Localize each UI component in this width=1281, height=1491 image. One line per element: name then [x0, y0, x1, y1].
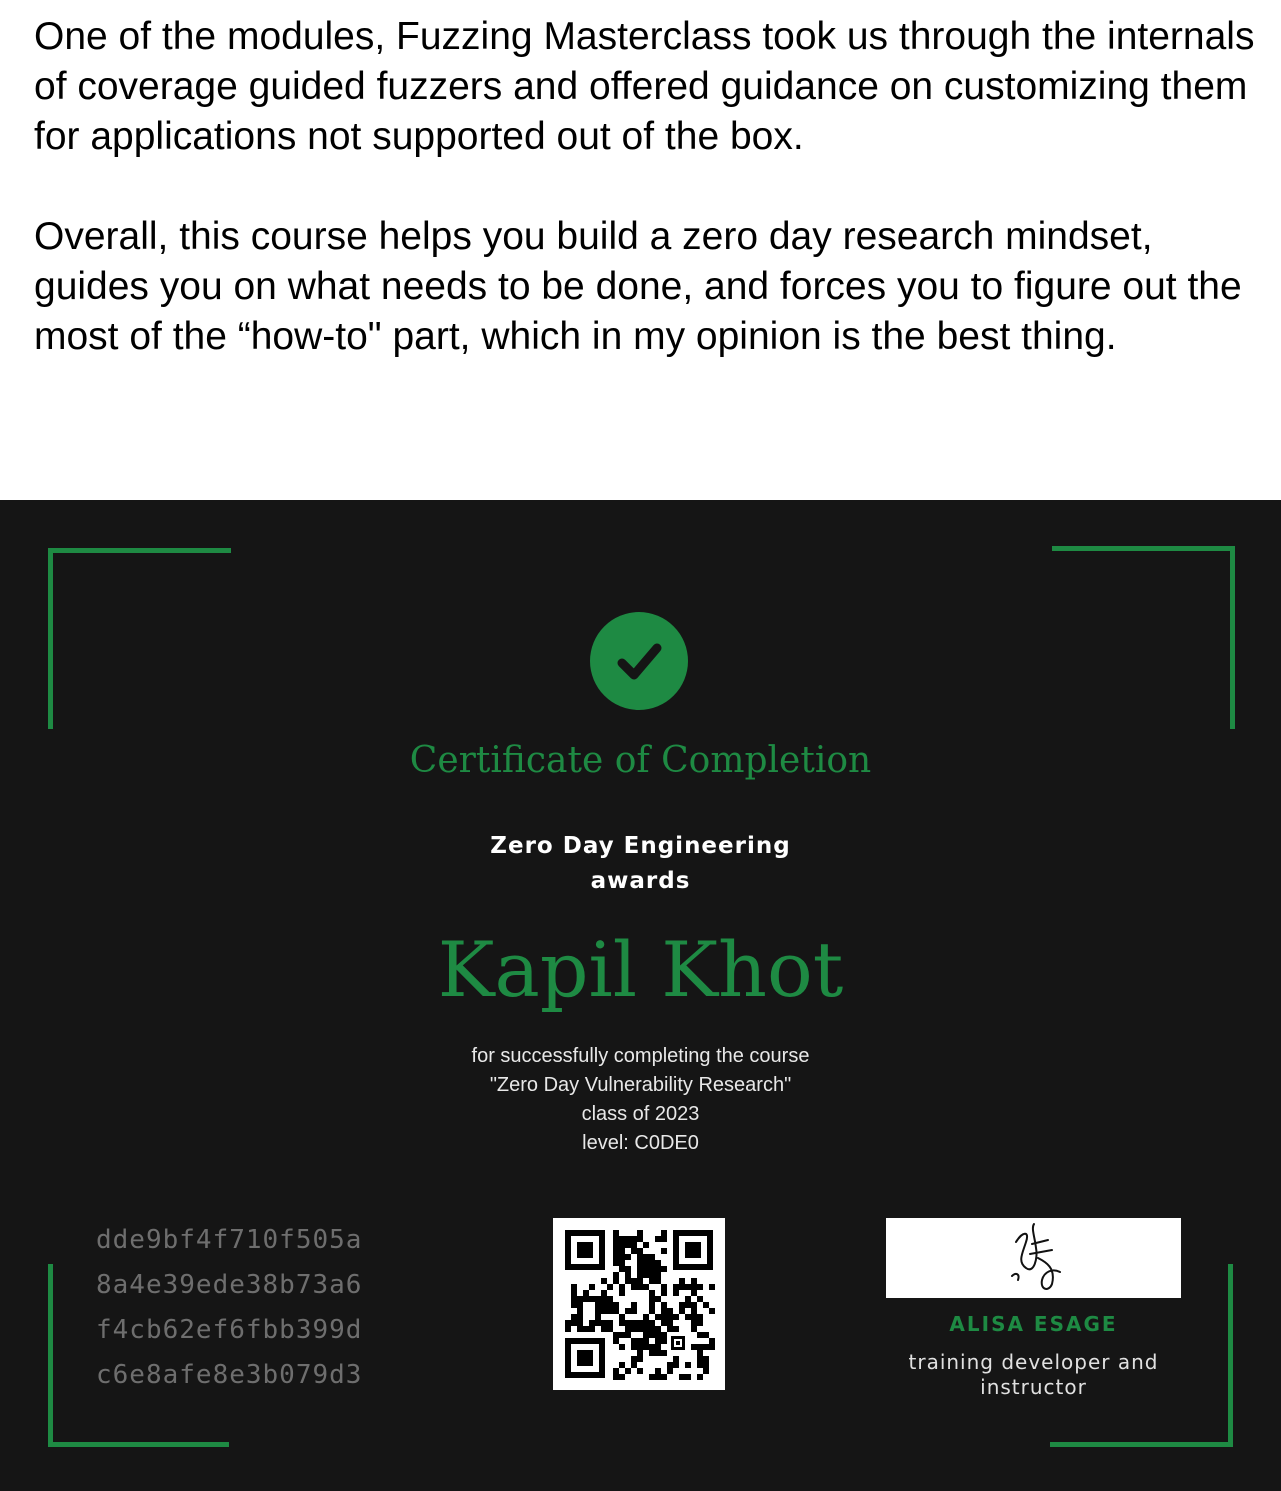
- corner-bracket-top-left: [48, 548, 231, 729]
- hash-line: f4cb62ef6fbb399d: [96, 1315, 363, 1345]
- signature-image: [886, 1218, 1181, 1298]
- signer-role: training developer and instructor: [908, 1350, 1159, 1399]
- certificate-title: Certificate of Completion: [409, 740, 872, 781]
- course-level: level: C0DE0: [582, 1132, 699, 1154]
- qr-code: [553, 1218, 725, 1390]
- certificate-hash: dde9bf4f710f505a 8a4e39ede38b73a6 f4cb62…: [96, 1218, 362, 1398]
- signer-name: ALISA ESAGE: [949, 1312, 1118, 1336]
- checkmark-circle-icon: [590, 612, 688, 710]
- hash-line: 8a4e39ede38b73a6: [96, 1270, 363, 1300]
- course-details-line: for successfully completing the course: [471, 1045, 810, 1067]
- corner-bracket-top-right: [1052, 546, 1235, 729]
- course-name: "Zero Day Vulnerability Research": [489, 1074, 792, 1096]
- post-text: One of the modules, Fuzzing Masterclass …: [34, 12, 1259, 362]
- awards-label: awards: [590, 868, 691, 894]
- certificate-image: Certificate of Completion Zero Day Engin…: [0, 500, 1281, 1491]
- issuer-name: Zero Day Engineering: [490, 833, 791, 859]
- recipient-name: Kapil Khot: [437, 925, 844, 1014]
- hash-line: dde9bf4f710f505a: [96, 1225, 363, 1255]
- post-paragraph-2: Overall, this course helps you build a z…: [34, 215, 1242, 358]
- hash-line: c6e8afe8e3b079d3: [96, 1360, 363, 1390]
- course-class: class of 2023: [581, 1103, 700, 1125]
- post-paragraph-1: One of the modules, Fuzzing Masterclass …: [34, 15, 1255, 158]
- course-details: for successfully completing the course "…: [0, 1042, 1281, 1158]
